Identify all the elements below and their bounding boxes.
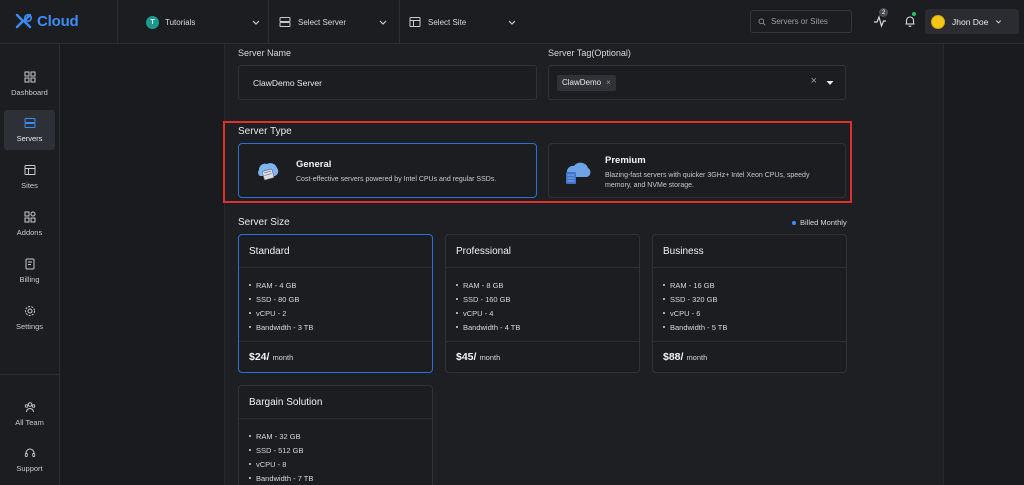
site-icon xyxy=(409,17,421,27)
sidebar-item-label: Settings xyxy=(15,322,44,331)
server-select-label: Select Server xyxy=(298,17,347,27)
spec-list: RAM - 4 GB SSD - 80 GB vCPU - 2 Bandwidt… xyxy=(249,278,313,334)
chevron-down-icon xyxy=(508,20,516,25)
search-icon xyxy=(758,18,766,25)
list-item: vCPU - 2 xyxy=(249,306,313,320)
billing-period-label: Billed Monthly xyxy=(800,218,847,227)
size-price: $88/month xyxy=(663,351,708,363)
support-icon xyxy=(24,448,35,457)
list-item: SSD - 160 GB xyxy=(456,292,520,306)
tag-chip[interactable]: ClawDemo × xyxy=(557,74,616,91)
chevron-down-icon xyxy=(252,20,260,25)
list-item: SSD - 80 GB xyxy=(249,292,313,306)
cloud-logo-icon xyxy=(15,13,33,29)
server-name-field[interactable] xyxy=(238,65,537,100)
online-indicator xyxy=(912,12,916,16)
brand-name: Cloud xyxy=(37,12,79,30)
size-card-professional[interactable]: Professional RAM - 8 GB SSD - 160 GB vCP… xyxy=(445,234,640,373)
server-name-label: Server Name xyxy=(238,48,292,58)
dashboard-icon xyxy=(24,71,35,83)
size-card-business[interactable]: Business RAM - 16 GB SSD - 320 GB vCPU -… xyxy=(652,234,847,373)
sidebar-item-dashboard[interactable]: Dashboard xyxy=(4,64,55,104)
list-item: vCPU - 4 xyxy=(456,306,520,320)
list-item: Bandwidth - 4 TB xyxy=(456,320,520,334)
caret-down-icon[interactable] xyxy=(826,80,834,86)
list-item: Bandwidth - 7 TB xyxy=(249,471,313,485)
sidebar-item-label: Addons xyxy=(16,228,43,237)
size-card-bargain-solution[interactable]: Bargain Solution RAM - 32 GB SSD - 512 G… xyxy=(238,385,433,485)
size-price: $24/month xyxy=(249,351,294,363)
sidebar-item-label: Servers xyxy=(16,134,43,143)
list-item: SSD - 320 GB xyxy=(663,292,727,306)
sidebar: Dashboard Servers Sites Addons Billing S… xyxy=(0,44,60,485)
sidebar-item-label: Dashboard xyxy=(11,88,48,97)
spec-list: RAM - 16 GB SSD - 320 GB vCPU - 6 Bandwi… xyxy=(663,278,727,334)
sidebar-divider xyxy=(0,374,60,375)
spec-list: RAM - 8 GB SSD - 160 GB vCPU - 4 Bandwid… xyxy=(456,278,520,334)
sidebar-item-billing[interactable]: Billing xyxy=(4,251,55,291)
list-item: RAM - 4 GB xyxy=(249,278,313,292)
size-name: Standard xyxy=(249,246,290,257)
project-selector[interactable]: T Tutorials xyxy=(118,0,268,44)
sidebar-item-label: Sites xyxy=(21,181,38,190)
sidebar-item-support[interactable]: Support xyxy=(4,440,55,480)
search-input[interactable] xyxy=(771,17,851,26)
sidebar-item-settings[interactable]: Settings xyxy=(4,298,55,338)
servers-icon xyxy=(24,118,35,128)
list-item: Bandwidth - 3 TB xyxy=(249,320,313,334)
list-item: vCPU - 8 xyxy=(249,457,313,471)
top-bar: Cloud T Tutorials Select Server Select S… xyxy=(0,0,1024,44)
activity-count-badge: 2 xyxy=(879,8,888,17)
list-item: SSD - 512 GB xyxy=(249,443,313,457)
sidebar-item-label: Billing xyxy=(19,275,40,284)
list-item: RAM - 16 GB xyxy=(663,278,727,292)
chevron-down-icon xyxy=(379,20,387,25)
size-name: Bargain Solution xyxy=(249,397,323,408)
size-name: Business xyxy=(663,246,704,257)
site-selector[interactable]: Select Site xyxy=(400,0,530,44)
list-item: RAM - 8 GB xyxy=(456,278,520,292)
brand-logo[interactable]: Cloud xyxy=(14,11,79,31)
server-tag-label: Server Tag(Optional) xyxy=(548,48,631,58)
user-name: Jhon Doe xyxy=(952,16,989,27)
server-icon xyxy=(279,17,291,27)
remove-tag-icon[interactable]: × xyxy=(606,78,611,87)
chevron-down-icon xyxy=(996,20,1002,24)
sidebar-item-label: All Team xyxy=(15,418,44,427)
settings-icon xyxy=(24,306,35,316)
spec-list: RAM - 32 GB SSD - 512 GB vCPU - 8 Bandwi… xyxy=(249,429,313,485)
search-box[interactable] xyxy=(750,10,852,33)
sidebar-item-servers[interactable]: Servers xyxy=(4,110,55,150)
project-badge: T xyxy=(146,15,159,29)
clear-icon[interactable]: × xyxy=(811,75,817,87)
size-price: $45/month xyxy=(456,351,501,363)
list-item: Bandwidth - 5 TB xyxy=(663,320,727,334)
site-select-label: Select Site xyxy=(428,17,467,27)
billing-icon xyxy=(25,258,34,270)
sidebar-item-label: Support xyxy=(16,464,43,473)
server-size-title: Server Size xyxy=(238,217,290,228)
sidebar-item-addons[interactable]: Addons xyxy=(4,204,55,244)
avatar xyxy=(931,14,945,29)
server-type-highlight-box xyxy=(223,121,852,203)
sites-icon xyxy=(24,165,35,175)
server-selector[interactable]: Select Server xyxy=(269,0,399,44)
server-tag-field[interactable]: ClawDemo × × xyxy=(548,65,846,100)
server-name-input[interactable] xyxy=(239,77,536,88)
sidebar-item-sites[interactable]: Sites xyxy=(4,157,55,197)
team-icon xyxy=(24,402,35,413)
project-label: Tutorials xyxy=(165,17,196,27)
size-card-standard[interactable]: Standard RAM - 4 GB SSD - 80 GB vCPU - 2… xyxy=(238,234,433,373)
list-item: RAM - 32 GB xyxy=(249,429,313,443)
billing-dot-icon xyxy=(792,220,796,225)
bell-icon[interactable] xyxy=(903,14,917,28)
billing-period[interactable]: Billed Monthly xyxy=(792,218,847,227)
addons-icon xyxy=(24,211,35,223)
tag-chip-label: ClawDemo xyxy=(562,78,602,87)
list-item: vCPU - 6 xyxy=(663,306,727,320)
user-menu[interactable]: Jhon Doe xyxy=(925,9,1019,34)
sidebar-item-all-team[interactable]: All Team xyxy=(4,394,55,434)
size-name: Professional xyxy=(456,246,512,257)
